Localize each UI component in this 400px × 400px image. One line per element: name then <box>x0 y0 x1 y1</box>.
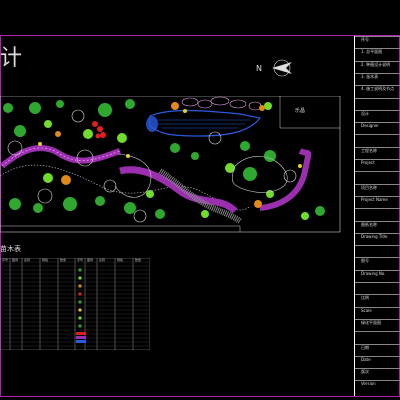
title-block-row <box>355 245 400 257</box>
title-block-row <box>355 97 400 110</box>
legend-header-cell: 名称 <box>24 258 30 262</box>
title-block-row: Drawing Title <box>355 232 400 245</box>
title-block-row: Designer <box>355 122 400 134</box>
legend-header-cell: 序号 <box>77 258 83 262</box>
title-block-row: Scale <box>355 306 400 319</box>
title-block-row: 绿化平面图 <box>355 318 400 331</box>
flower-group-red <box>92 121 106 139</box>
title-block-row: 图纸名称 <box>355 220 400 233</box>
title-block-row: 设计 <box>355 109 400 122</box>
water-feature <box>149 109 262 137</box>
north-label: N <box>256 64 262 73</box>
title-block-row <box>355 282 400 294</box>
title-block-row: Project <box>355 159 400 171</box>
title-block-row: 3. 苗木表 <box>355 72 400 85</box>
title-block-row <box>355 208 400 220</box>
north-arrow-icon: N <box>256 59 292 77</box>
title-block-row: 工程名称 <box>355 146 400 159</box>
title-block: 序号 1. 总平面图 2. 种植设计说明 3. 苗木表 4. 施工说明及节点 设计 Desi… <box>354 36 400 396</box>
legend-header-cell: 名称 <box>99 258 105 262</box>
plan-label: 乐昌 <box>295 107 305 114</box>
landscape-plan: 乐昌 <box>0 96 341 233</box>
title-block-row: Date <box>355 355 400 368</box>
title-block-row: Drawing No. <box>355 269 400 282</box>
title-block-row: 2. 种植设计说明 <box>355 60 400 73</box>
rock-cluster <box>181 96 262 111</box>
title-block-row: Version <box>355 380 400 392</box>
title-block-row: 4. 施工说明及节点 <box>355 85 400 97</box>
title-block-row: 图号 <box>355 257 400 269</box>
legend-title: 苗木表 <box>0 245 21 253</box>
legend-header-cell: 规格 <box>42 258 48 262</box>
plant-legend-table: 序号 图例 名称 规格 数量 序号 图例 名称 规格 数量 <box>0 258 150 350</box>
legend-header-cell: 数量 <box>60 258 66 262</box>
title-block-row <box>355 331 400 343</box>
drawing-title-fragment: 计 <box>0 46 23 71</box>
legend-header-cell: 图例 <box>12 258 18 262</box>
site-boundary <box>0 96 341 233</box>
legend-header-cell: 数量 <box>135 258 141 262</box>
legend-header-cell: 图例 <box>87 258 93 262</box>
legend-symbols <box>76 268 86 343</box>
tree-group-green <box>3 99 325 219</box>
title-block-row: 1. 总平面图 <box>355 48 400 60</box>
path-purple-center <box>119 166 238 214</box>
path-purple-left <box>0 145 121 169</box>
title-block-row: Project Name <box>355 195 400 208</box>
title-block-row: 比例 <box>355 294 400 306</box>
title-block-row <box>355 171 400 183</box>
title-block-row: 项目名称 <box>355 183 400 196</box>
title-block-row: 日期 <box>355 343 400 356</box>
title-block-row <box>355 134 400 146</box>
shrub-group-orange <box>55 102 265 208</box>
title-block-row: 序号 <box>355 36 400 48</box>
lawn-area <box>231 156 288 193</box>
title-block-row: 版次 <box>355 368 400 380</box>
legend-header-cell: 规格 <box>117 258 123 262</box>
legend-header-cell: 序号 <box>2 258 8 262</box>
